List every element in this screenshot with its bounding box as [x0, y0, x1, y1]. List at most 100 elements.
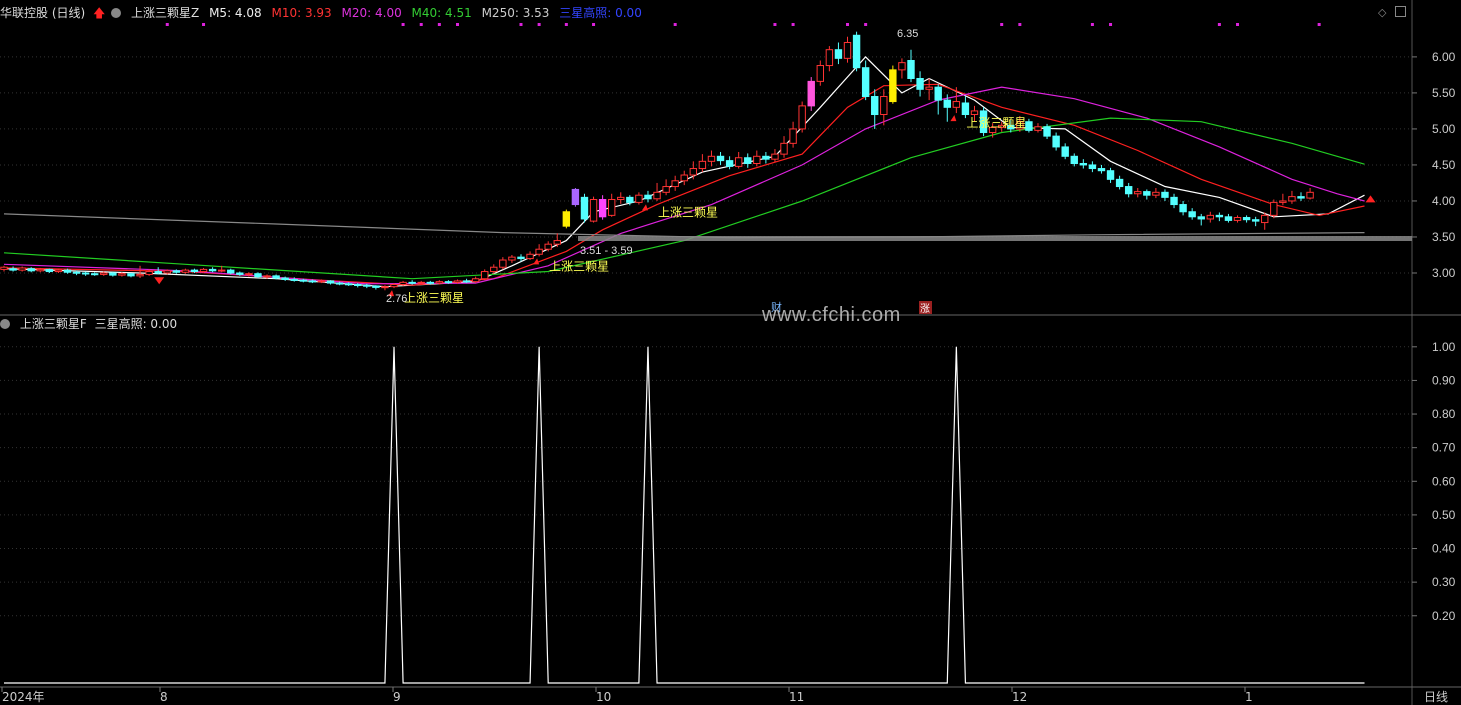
candle-body	[1061, 146, 1069, 157]
candle-body	[680, 174, 688, 182]
candle	[925, 78, 933, 101]
candle-body	[1115, 178, 1124, 188]
candle-body	[880, 96, 888, 116]
candle-body	[571, 188, 580, 206]
candle-body	[0, 266, 8, 270]
candle-body	[254, 273, 262, 278]
candle-body	[1079, 162, 1088, 166]
candle-body	[671, 180, 679, 188]
dropdown-circle-icon[interactable]	[111, 8, 122, 18]
candle-body	[544, 243, 552, 250]
candle-body	[562, 211, 571, 227]
candle-body	[508, 256, 516, 261]
candle-body	[100, 272, 108, 275]
candle	[136, 265, 144, 279]
top-signal-dots	[165, 23, 1321, 26]
candle-body	[227, 269, 235, 274]
candle-body	[589, 199, 598, 222]
candle-body	[517, 256, 525, 260]
candle-body	[190, 269, 199, 273]
price-tick-label: 5.50	[1432, 86, 1456, 100]
time-tick-label: 8	[160, 690, 168, 704]
candle-body	[54, 269, 63, 273]
candle	[934, 84, 942, 115]
signal-dot	[773, 23, 777, 26]
diamond-icon[interactable]: ◇	[1378, 6, 1386, 19]
candle-body	[617, 196, 625, 201]
signal-dot	[846, 23, 850, 26]
candle	[1270, 199, 1278, 219]
candle	[898, 58, 906, 79]
candle	[753, 150, 761, 167]
candle	[653, 182, 661, 201]
candle	[1188, 208, 1196, 220]
candle-body	[898, 62, 906, 71]
signal-dot	[1018, 23, 1022, 26]
candle-body	[707, 155, 716, 162]
candle-body	[607, 199, 616, 216]
candle-body	[526, 253, 534, 260]
signal-dot	[592, 23, 596, 26]
candle-body	[807, 80, 815, 107]
candle-body	[1197, 216, 1205, 220]
sub-indicator-value: 三星高照: 0.00	[94, 317, 178, 331]
candle	[18, 266, 26, 272]
m40-value: M40: 4.51	[411, 6, 472, 20]
panel-controls[interactable]: ◇	[1378, 6, 1406, 19]
candle	[1161, 189, 1169, 201]
candle	[553, 233, 561, 248]
stock-chart[interactable]: 上涨三颗星上涨三颗星上涨三颗星上涨三颗星 6.005.505.004.504.0…	[0, 0, 1461, 705]
candle	[208, 267, 217, 273]
candle	[589, 196, 598, 223]
candle-body	[1097, 168, 1106, 172]
signal-arrow-icon	[950, 115, 957, 122]
candle-body	[118, 273, 126, 276]
time-tick-label: 9	[393, 690, 401, 704]
candle-body	[444, 281, 453, 284]
candle-body	[553, 240, 561, 245]
candle	[644, 190, 652, 203]
badge-zhang[interactable]: 涨	[920, 303, 930, 315]
m250-value: M250: 3.53	[481, 6, 550, 20]
candle-body	[861, 67, 870, 98]
candle	[1124, 182, 1133, 198]
candle-body	[698, 160, 707, 170]
candle-body	[308, 280, 317, 283]
candle-body	[499, 259, 507, 268]
candle	[852, 31, 861, 72]
candle	[1215, 212, 1224, 222]
dropdown-circle-icon[interactable]	[0, 319, 10, 329]
candle-body	[889, 69, 897, 103]
candle	[889, 65, 897, 104]
candle	[671, 175, 679, 191]
sub-tick-label: 0.20	[1432, 609, 1456, 623]
candle	[481, 269, 489, 281]
candlesticks[interactable]	[0, 31, 1314, 291]
candle	[0, 265, 8, 272]
window-icon[interactable]	[1394, 6, 1406, 17]
candle-body	[1179, 204, 1187, 213]
candle-body	[45, 268, 54, 273]
candle-body	[363, 284, 371, 287]
candle-body	[1233, 217, 1242, 221]
m5-value: M5: 4.08	[209, 6, 262, 20]
candle-body	[435, 281, 444, 284]
price-tick-label: 4.00	[1432, 194, 1456, 208]
candle	[580, 193, 589, 223]
signal-dot	[165, 23, 169, 26]
candle-body	[725, 160, 734, 167]
signal-dot	[673, 23, 677, 26]
candle	[1079, 159, 1088, 169]
candle	[1097, 164, 1106, 174]
candle-body	[91, 273, 99, 276]
sub-panel-header: 上涨三颗星F 三星高照: 0.00	[0, 316, 183, 332]
candle-body	[753, 155, 761, 164]
candle	[780, 136, 788, 158]
candle	[1261, 212, 1269, 230]
candle-body	[471, 278, 480, 283]
signal-dot	[437, 23, 441, 26]
candle-body	[1143, 191, 1151, 196]
sub-indicator-name[interactable]: 上涨三颗星F	[20, 317, 87, 331]
candle-body	[961, 102, 970, 116]
indicator-name[interactable]: 上涨三颗星Z	[131, 6, 199, 20]
